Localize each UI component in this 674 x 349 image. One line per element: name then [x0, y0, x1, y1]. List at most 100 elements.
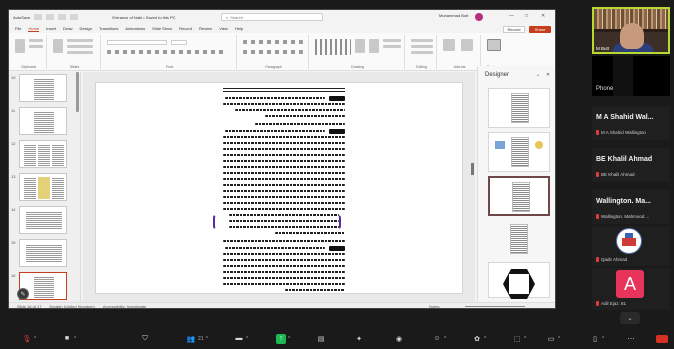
designer-scrollbar[interactable] — [555, 166, 556, 206]
chevron-up-icon[interactable]: ^ — [444, 336, 446, 342]
layout-icon[interactable] — [67, 39, 93, 42]
reactions-button[interactable]: ☺ ^ — [432, 333, 446, 344]
paste-icon[interactable] — [15, 39, 25, 53]
share-screen-button[interactable]: ↑ ^ — [276, 333, 290, 344]
search-box[interactable]: ⌕ Search — [221, 13, 323, 21]
tab-review[interactable]: Review — [199, 26, 212, 31]
close-button[interactable]: ✕ — [541, 13, 545, 19]
summary-button[interactable]: ▤ — [316, 333, 326, 344]
tab-insert[interactable]: Insert — [46, 26, 56, 31]
section-icon[interactable] — [67, 51, 93, 54]
tab-slide-show[interactable]: Slide Show — [152, 26, 172, 31]
record-button[interactable]: Record — [503, 26, 525, 33]
undo-icon[interactable] — [58, 14, 67, 20]
slide-thumbnail[interactable] — [19, 74, 67, 102]
designer-icon[interactable] — [487, 39, 501, 51]
reset-icon[interactable] — [67, 45, 93, 48]
find-icon[interactable] — [411, 39, 433, 42]
copy-icon[interactable] — [29, 45, 43, 48]
font-size-field[interactable] — [171, 40, 187, 45]
video-button[interactable]: ■ ^ — [62, 333, 76, 344]
slide-thumbnail[interactable] — [19, 206, 67, 234]
slide-thumbnail[interactable] — [19, 239, 67, 267]
zoom-slider[interactable] — [465, 306, 525, 307]
chevron-down-icon[interactable]: ⌄ — [620, 312, 640, 324]
align-icons[interactable] — [243, 50, 303, 54]
tab-file[interactable]: File — [15, 26, 21, 31]
chevron-up-icon[interactable]: ^ — [74, 336, 76, 342]
participants-button[interactable]: 👥 21 ^ — [186, 333, 208, 344]
apps-button[interactable]: ✿ ^ — [472, 333, 486, 344]
slide-thumbnail[interactable] — [19, 173, 67, 201]
tab-record[interactable]: Record — [179, 26, 192, 31]
chevron-up-icon[interactable]: ^ — [602, 336, 604, 342]
participant-tile[interactable]: M A Shahid Wal... M A Shahid Wallington — [592, 106, 670, 140]
design-idea[interactable] — [488, 132, 550, 172]
tab-transitions[interactable]: Transitions — [99, 26, 118, 31]
more-options-button[interactable]: ⋯ — [626, 333, 636, 344]
user-avatar[interactable] — [475, 13, 483, 21]
participant-tile[interactable]: Qadir Ahmad — [592, 226, 670, 266]
display-button[interactable]: ▭ ^ — [546, 333, 561, 344]
minimize-button[interactable]: — — [509, 13, 514, 19]
thumbnails-scrollbar[interactable] — [76, 72, 79, 112]
annotate-pen-icon[interactable]: ✎ — [17, 288, 29, 300]
security-button[interactable]: ⛉ — [140, 333, 150, 344]
save-icon[interactable] — [46, 14, 55, 20]
chevron-up-icon[interactable]: ^ — [524, 336, 526, 342]
chevron-up-icon[interactable]: ^ — [484, 336, 486, 342]
more-button[interactable]: ▯ ^ — [590, 333, 604, 344]
design-idea-selected[interactable] — [488, 176, 550, 216]
design-idea[interactable] — [488, 220, 550, 260]
canvas-scrollbar[interactable] — [471, 163, 474, 175]
tab-design[interactable]: Design — [79, 26, 91, 31]
add-ins-icon[interactable] — [461, 39, 473, 51]
arrange-icon[interactable] — [355, 39, 365, 53]
notes-button[interactable]: Notes — [429, 304, 439, 308]
participant-tile[interactable]: Wallington. Ma... Wallington. Mahmood ..… — [592, 190, 670, 224]
quick-styles-icon[interactable] — [369, 39, 379, 53]
maximize-button[interactable]: □ — [525, 13, 528, 19]
ai-companion-button[interactable]: ✦ — [354, 333, 364, 344]
tab-home[interactable]: Home — [28, 26, 40, 32]
design-idea[interactable] — [488, 262, 550, 299]
cut-icon[interactable] — [29, 39, 43, 42]
select-icon[interactable] — [411, 51, 433, 54]
font-name-field[interactable] — [107, 40, 167, 45]
slide-thumbnail[interactable] — [19, 107, 67, 135]
new-slide-icon[interactable] — [53, 39, 63, 53]
participant-tile-phone[interactable]: Phone — [592, 56, 670, 96]
participant-tile[interactable]: A Adil Ejaz. 81 — [592, 268, 670, 310]
tab-view[interactable]: View — [219, 26, 228, 31]
shape-fill-icon[interactable] — [383, 39, 401, 42]
tab-draw[interactable]: Draw — [63, 26, 72, 31]
participant-tile[interactable]: BE Khalil Ahmad BE Khalil Ahmad — [592, 148, 670, 182]
chevron-up-icon[interactable]: ^ — [246, 336, 248, 342]
chevron-up-icon[interactable]: ^ — [288, 336, 290, 342]
chevron-up-icon[interactable]: ^ — [34, 336, 36, 342]
end-meeting-button[interactable] — [656, 335, 668, 343]
record-button[interactable]: ◉ — [394, 333, 404, 344]
font-format-icons[interactable] — [107, 50, 227, 54]
shapes-gallery[interactable] — [315, 39, 351, 55]
accessibility-status[interactable]: Accessibility: Investigate — [103, 304, 146, 308]
chevron-up-icon[interactable]: ^ — [558, 336, 560, 342]
designer-close-icon[interactable]: ✕ — [546, 72, 550, 78]
design-idea[interactable] — [488, 88, 550, 128]
tab-animations[interactable]: Animations — [125, 26, 145, 31]
designer-collapse-icon[interactable]: ⌄ — [536, 72, 540, 78]
whiteboards-button[interactable]: ⬚ ^ — [512, 333, 527, 344]
dictate-icon[interactable] — [443, 39, 455, 51]
audio-button[interactable]: 🎙 ^ — [22, 333, 37, 344]
list-icons[interactable] — [243, 40, 303, 44]
shape-outline-icon[interactable] — [383, 45, 401, 48]
language[interactable]: English (United Kingdom) — [49, 304, 94, 308]
tab-help[interactable]: Help — [235, 26, 243, 31]
replace-icon[interactable] — [411, 45, 433, 48]
chevron-up-icon[interactable]: ^ — [206, 336, 208, 342]
autosave-toggle[interactable] — [34, 14, 43, 20]
chat-button[interactable]: ▬ ^ — [234, 333, 249, 344]
current-slide[interactable] — [95, 82, 463, 294]
slide-thumbnail[interactable] — [19, 140, 67, 168]
participant-video-active-speaker[interactable]: M Butt — [592, 7, 670, 54]
